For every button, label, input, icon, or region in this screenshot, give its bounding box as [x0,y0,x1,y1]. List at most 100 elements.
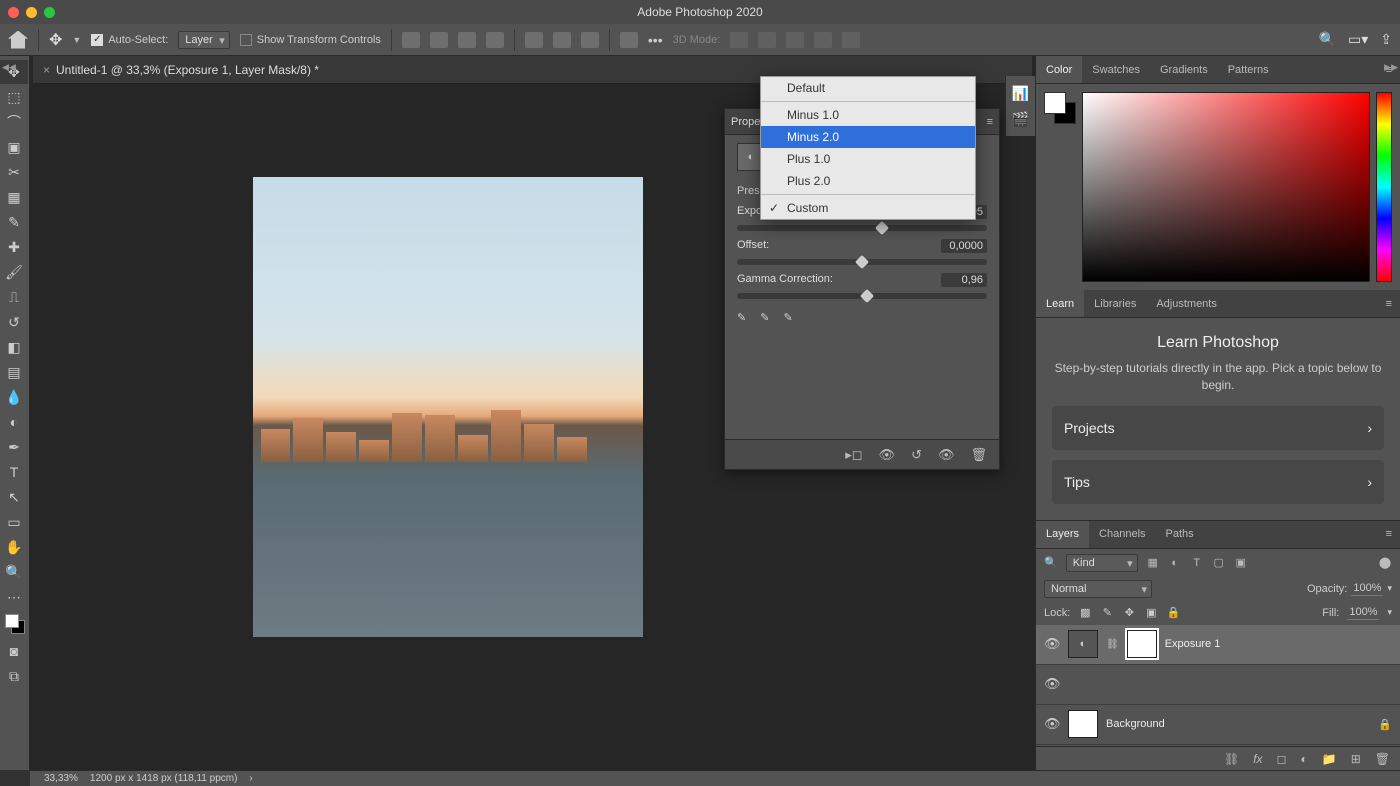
screenmode-tool[interactable]: ⧉ [0,664,28,688]
layer-fx-icon[interactable]: fx [1253,752,1262,766]
healing-tool[interactable]: ✚ [0,235,28,259]
foreground-color[interactable] [5,614,19,628]
opacity-chevron-icon[interactable]: ▾ [1387,583,1392,594]
document-tab[interactable]: × Untitled-1 @ 33,3% (Exposure 1, Layer … [33,56,329,83]
layer-thumb[interactable] [1068,710,1098,738]
link-layers-icon[interactable]: ⛓ [1224,752,1239,766]
gamma-value[interactable]: 0,96 [941,273,987,287]
layers-panel-menu-icon[interactable]: ≡ [1378,528,1400,540]
eyedropper-gray-icon[interactable]: ✎ [760,311,769,324]
edit-toolbar-icon[interactable]: ⋯ [0,585,28,609]
layer-row[interactable]: 👁 Background 🔒 [1036,705,1400,745]
align-right-icon[interactable] [458,32,476,48]
close-tab-icon[interactable]: × [43,63,50,77]
minimize-window-icon[interactable] [26,7,37,18]
tab-layers[interactable]: Layers [1036,521,1089,548]
more-options-icon[interactable]: ••• [648,32,663,48]
frame-tool[interactable]: ▦ [0,185,28,209]
crop-tool[interactable]: ✂ [0,160,28,184]
tab-swatches[interactable]: Swatches [1082,56,1150,83]
align-distribute-icon[interactable] [486,32,504,48]
gamma-slider[interactable] [737,293,987,299]
visibility-icon[interactable]: 👁 [1044,636,1060,652]
preset-item-minus-2[interactable]: Minus 2.0 [761,126,975,148]
link-icon[interactable]: ⛓ [1106,639,1119,650]
properties-menu-icon[interactable]: ≡ [987,116,993,128]
close-window-icon[interactable] [8,7,19,18]
preset-item-minus-1[interactable]: Minus 1.0 [761,104,975,126]
align-left-icon[interactable] [402,32,420,48]
lock-paint-icon[interactable]: ✎ [1100,606,1114,619]
color-panel[interactable] [1036,84,1400,290]
clip-to-layer-icon[interactable]: ▸◻ [845,447,862,463]
histogram-icon[interactable]: 📊 [1012,84,1030,102]
fill-value[interactable]: 100% [1347,605,1379,620]
filter-type-icon[interactable]: T [1190,557,1204,569]
learn-tips-button[interactable]: Tips › [1052,460,1384,504]
lasso-tool[interactable]: ⌒ [0,110,28,134]
eyedropper-tool[interactable]: ✎ [0,210,28,234]
home-icon[interactable] [8,31,28,49]
learn-projects-button[interactable]: Projects › [1052,406,1384,450]
exposure-slider[interactable] [737,225,987,231]
layer-row[interactable]: 👁 ◐ ⛓ Exposure 1 [1036,625,1400,665]
delete-layer-icon[interactable]: 🗑 [1375,752,1390,766]
lock-all-icon[interactable]: 🔒 [1166,606,1180,619]
toggle-visibility-icon[interactable]: 👁 [938,447,955,463]
tab-paths[interactable]: Paths [1156,521,1204,548]
gradient-tool[interactable]: ▤ [0,360,28,384]
expand-right-icon[interactable]: ▶▶ [1384,62,1398,73]
preset-dropdown-menu[interactable]: Default Minus 1.0 Minus 2.0 Plus 1.0 Plu… [760,76,976,220]
align-middle-icon[interactable] [553,32,571,48]
hand-tool[interactable]: ✋ [0,535,28,559]
info-icon[interactable]: 🎬 [1012,110,1030,128]
filter-shape-icon[interactable]: ▢ [1212,556,1226,569]
fill-chevron-icon[interactable]: ▾ [1387,607,1392,618]
auto-select-target-dropdown[interactable]: Layer [178,31,230,49]
filter-smart-icon[interactable]: ▣ [1234,556,1248,569]
blend-mode-dropdown[interactable]: Normal [1044,580,1152,598]
tab-channels[interactable]: Channels [1089,521,1155,548]
layer-mask-icon[interactable]: ◻ [1277,752,1287,766]
offset-value[interactable]: 0,0000 [941,239,987,253]
status-chevron-icon[interactable]: › [249,773,252,784]
document-info[interactable]: 1200 px x 1418 px (118,11 ppcm) [90,773,238,784]
preset-item-plus-1[interactable]: Plus 1.0 [761,148,975,170]
window-controls[interactable] [8,7,55,18]
align-center-h-icon[interactable] [430,32,448,48]
marquee-tool[interactable]: ⬚ [0,85,28,109]
adjustment-thumb[interactable]: ◐ [1068,630,1098,658]
object-select-tool[interactable]: ▣ [0,135,28,159]
lock-icon[interactable]: 🔒 [1378,718,1392,731]
new-layer-icon[interactable]: ⊞ [1351,752,1361,766]
group-icon[interactable]: 📁 [1322,752,1337,766]
learn-panel-menu-icon[interactable]: ≡ [1378,298,1400,310]
move-tool-icon[interactable]: ✥ [49,30,62,50]
tab-patterns[interactable]: Patterns [1218,56,1279,83]
quickmask-tool[interactable]: ◙ [0,639,28,663]
history-brush-tool[interactable]: ↺ [0,310,28,334]
align-top-icon[interactable] [525,32,543,48]
share-icon[interactable]: ⇪ [1380,31,1392,48]
pen-tool[interactable]: ✒ [0,435,28,459]
zoom-tool[interactable]: 🔍 [0,560,28,584]
color-swatches[interactable] [5,614,25,634]
show-transform-checkbox[interactable] [240,34,252,46]
visibility-icon[interactable]: 👁 [1044,716,1060,732]
filter-toggle-icon[interactable]: ⬤ [1378,556,1392,569]
eyedropper-black-icon[interactable]: ✎ [737,311,746,324]
eraser-tool[interactable]: ◧ [0,335,28,359]
search-icon[interactable]: 🔍 [1319,31,1336,48]
delete-adjustment-icon[interactable]: 🗑 [970,447,987,463]
brush-tool[interactable]: 🖌 [0,260,28,284]
tab-color[interactable]: Color [1036,56,1082,83]
view-previous-icon[interactable]: 👁 [879,447,896,463]
path-select-tool[interactable]: ↖ [0,485,28,509]
type-tool[interactable]: T [0,460,28,484]
tab-adjustments[interactable]: Adjustments [1146,290,1227,317]
preset-item-custom[interactable]: Custom [761,197,975,219]
eyedropper-white-icon[interactable]: ✎ [783,311,792,324]
offset-slider[interactable] [737,259,987,265]
clone-tool[interactable]: ⎍ [0,285,28,309]
zoom-level[interactable]: 33,33% [44,773,78,784]
